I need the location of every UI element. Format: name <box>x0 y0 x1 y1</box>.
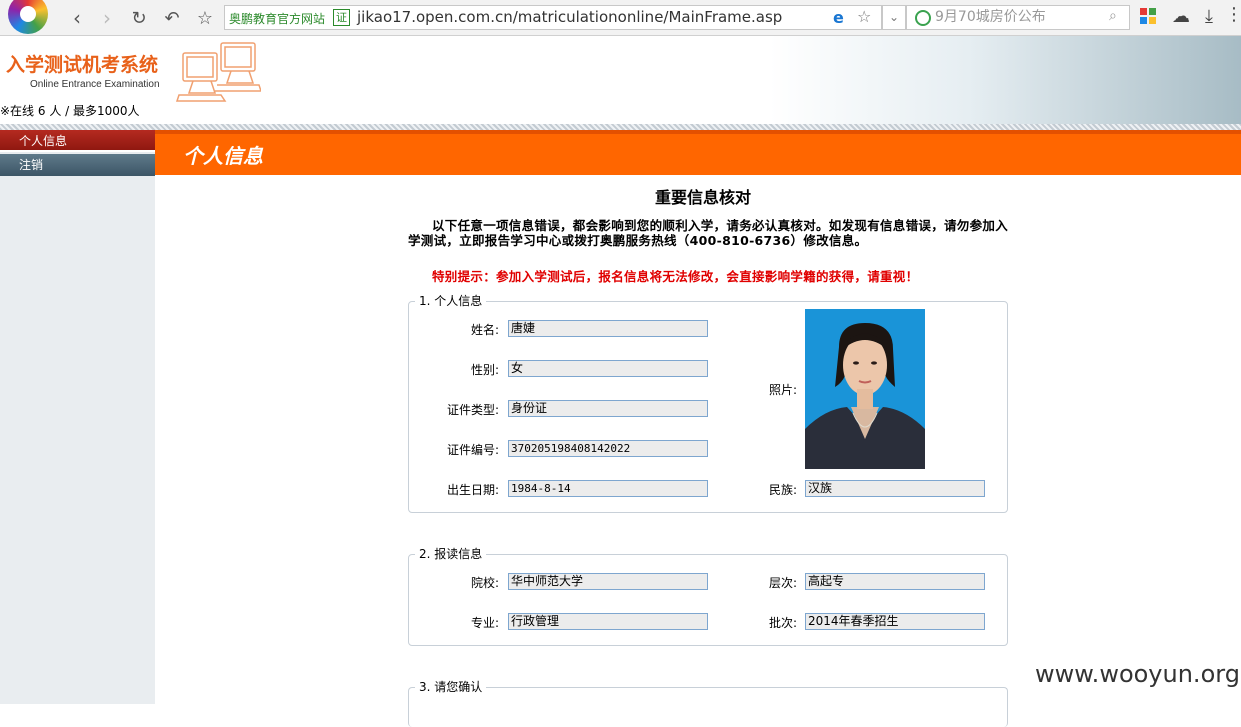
ethnicity-field[interactable]: 汉族 <box>805 480 985 497</box>
ethnicity-label: 民族: <box>768 483 797 497</box>
search-icon[interactable]: ⌕ <box>1109 8 1117 24</box>
sidebar-item-personal-info[interactable]: 个人信息 <box>0 130 155 152</box>
system-title: 入学测试机考系统 <box>6 54 159 76</box>
name-label: 姓名: <box>470 323 499 337</box>
level-field[interactable]: 高起专 <box>805 573 985 590</box>
favorite-star-icon[interactable]: ☆ <box>194 7 216 29</box>
id-number-label: 证件编号: <box>446 443 499 457</box>
major-field[interactable]: 行政管理 <box>508 613 708 630</box>
cloud-icon[interactable]: ☁ <box>1172 6 1190 27</box>
url-text[interactable]: jikao17.open.com.cn/matriculationonline/… <box>357 8 782 26</box>
search-box[interactable]: ⌕ <box>906 5 1130 30</box>
applicant-photo <box>805 309 925 469</box>
bookmark-star-icon[interactable]: ☆ <box>857 7 871 26</box>
section-legend-personal: 1. 个人信息 <box>415 293 487 309</box>
id-type-field[interactable]: 身份证 <box>508 400 708 417</box>
birth-date-field[interactable]: 1984-8-14 <box>508 480 708 497</box>
warning-text: 特别提示：参加入学测试后，报名信息将无法修改，会直接影响学籍的获得，请重视！ <box>432 269 919 284</box>
birth-date-label: 出生日期: <box>446 483 499 497</box>
back-icon[interactable]: ‹ <box>66 6 88 30</box>
gender-field[interactable]: 女 <box>508 360 708 377</box>
forward-icon[interactable]: › <box>96 6 118 30</box>
certificate-icon[interactable]: 证 <box>333 9 350 26</box>
system-subtitle: Online Entrance Examination <box>30 79 160 90</box>
sidebar: 个人信息 注销 <box>0 130 155 704</box>
school-field[interactable]: 华中师范大学 <box>508 573 708 590</box>
banner-title: 个人信息 <box>183 144 263 168</box>
ie-mode-icon[interactable]: e <box>833 8 844 27</box>
computer-monitor-icon <box>175 42 261 102</box>
browser-logo-icon[interactable] <box>8 0 48 34</box>
site-verified-badge: 奥鹏教育官方网站 <box>229 12 326 26</box>
name-field[interactable]: 唐婕 <box>508 320 708 337</box>
browser-toolbar: ‹ › ↻ ↶ ☆ 奥鹏教育官方网站 证 jikao17.open.com.cn… <box>0 0 1241 36</box>
level-label: 层次: <box>768 576 797 590</box>
notice-text: 以下任意一项信息错误，都会影响到您的顺利入学，请务必认真核对。如发现有信息错误，… <box>408 218 1009 248</box>
major-label: 专业: <box>470 616 499 630</box>
download-icon[interactable]: ⤓ <box>1205 6 1213 27</box>
address-dropdown-icon[interactable]: ⌄ <box>882 5 906 30</box>
id-type-label: 证件类型: <box>446 403 499 417</box>
page-title: 重要信息核对 <box>655 188 752 207</box>
gender-label: 性别: <box>470 363 499 377</box>
batch-field[interactable]: 2014年春季招生 <box>805 613 985 630</box>
search-input[interactable] <box>935 8 1105 26</box>
personal-info-section: 1. 个人信息 姓名: 唐婕 性别: 女 证件类型: 身份证 证件编号: 370… <box>408 293 1008 513</box>
section-legend-confirm: 3. 请您确认 <box>415 679 487 695</box>
apps-grid-icon[interactable] <box>1140 8 1158 26</box>
id-number-field[interactable]: 370205198408142022 <box>508 440 708 457</box>
confirmation-section: 3. 请您确认 <box>408 679 1008 727</box>
address-bar[interactable]: 奥鹏教育官方网站 证 jikao17.open.com.cn/matricula… <box>224 5 882 30</box>
site-header: 入学测试机考系统 Online Entrance Examination ※在线… <box>0 36 1241 124</box>
menu-icon[interactable]: ⋮ <box>1225 4 1241 25</box>
section-legend-enrollment: 2. 报读信息 <box>415 546 487 562</box>
undo-icon[interactable]: ↶ <box>161 7 183 29</box>
enrollment-info-section: 2. 报读信息 院校: 华中师范大学 层次: 高起专 专业: 行政管理 批次: … <box>408 546 1008 646</box>
page-banner: 个人信息 <box>155 130 1241 175</box>
sidebar-item-logout[interactable]: 注销 <box>0 154 155 176</box>
watermark-text: www.wooyun.org <box>1035 660 1240 688</box>
online-users-status: ※在线 6 人 / 最多1000人 <box>0 104 140 118</box>
school-label: 院校: <box>470 576 499 590</box>
photo-label: 照片: <box>768 383 797 397</box>
refresh-icon[interactable]: ↻ <box>128 7 150 29</box>
batch-label: 批次: <box>768 616 797 630</box>
search-engine-icon <box>915 10 931 26</box>
